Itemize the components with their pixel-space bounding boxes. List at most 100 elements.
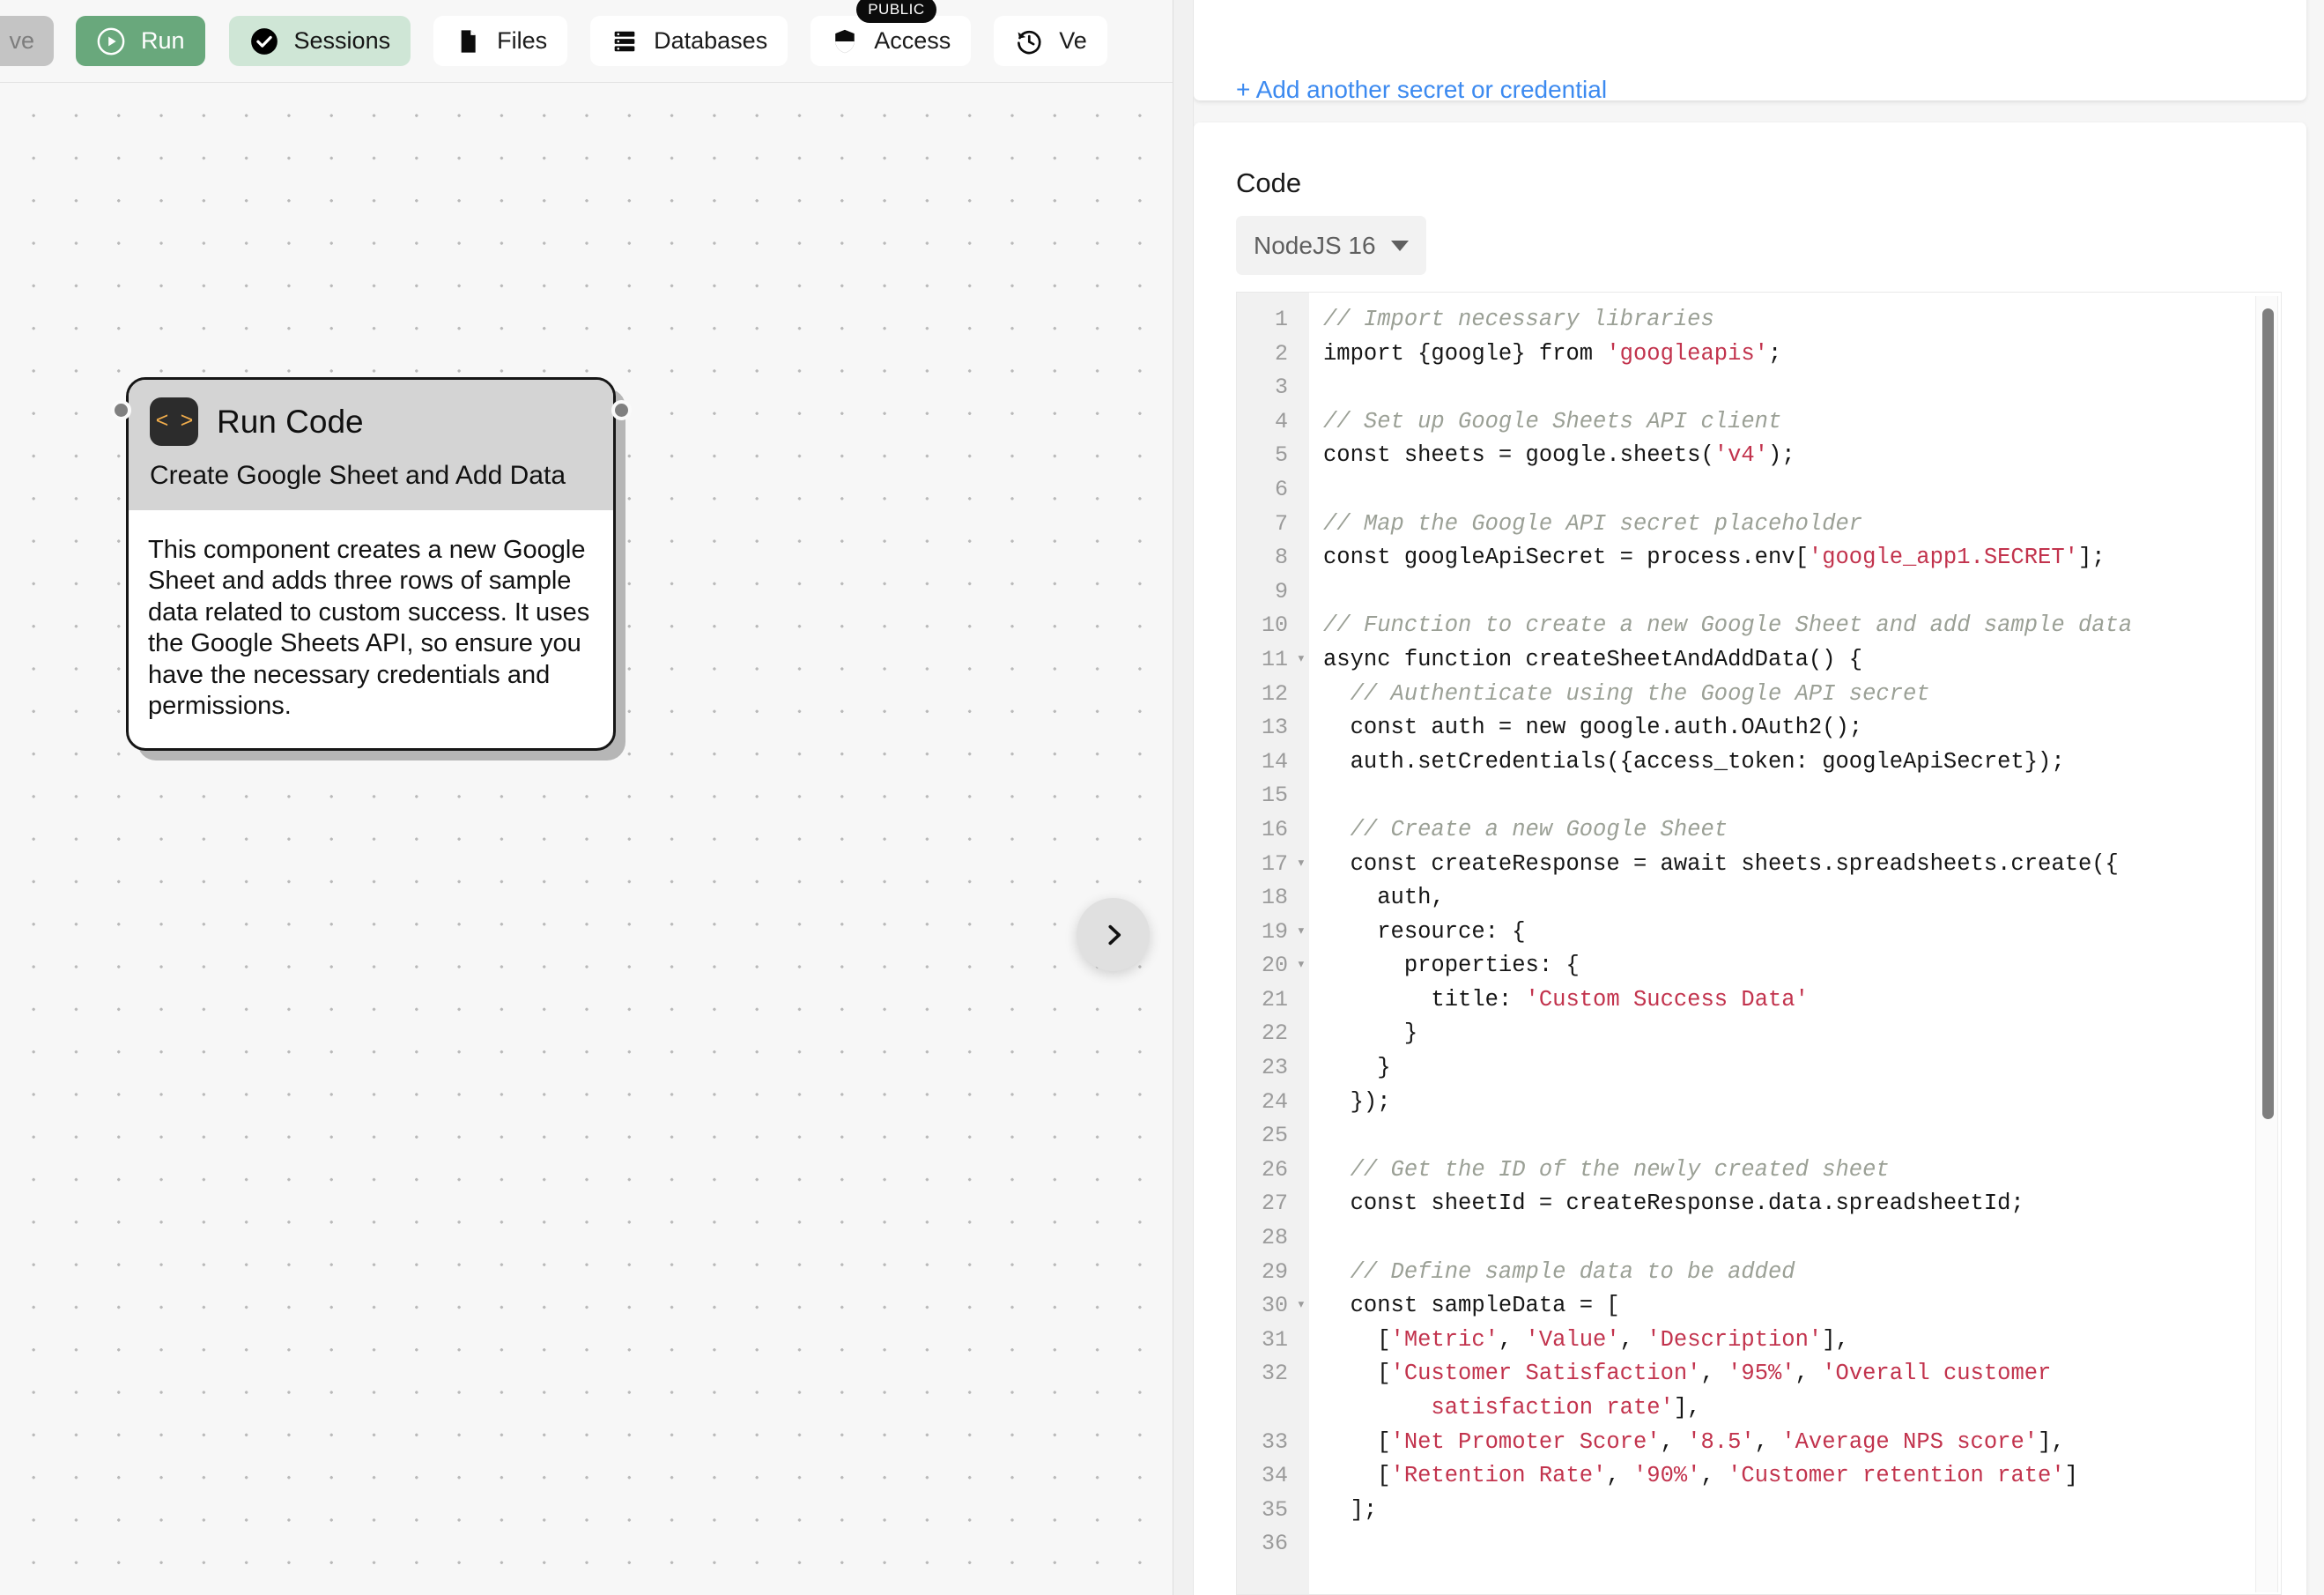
- code-line: 26 // Get the ID of the newly created sh…: [1237, 1153, 2281, 1188]
- versions-tab[interactable]: Ve: [994, 16, 1107, 66]
- code-token: const sheets = google.sheets(: [1323, 442, 1714, 469]
- runtime-select[interactable]: NodeJS 16: [1236, 216, 1426, 275]
- sessions-tab[interactable]: Sessions: [228, 16, 411, 66]
- code-string: 'Metric': [1390, 1326, 1499, 1353]
- line-number: 12: [1237, 677, 1309, 712]
- code-line-content: [1309, 1119, 1336, 1154]
- code-string: 'Net Promoter Score': [1390, 1428, 1661, 1455]
- code-line: 36: [1237, 1527, 2281, 1562]
- line-number: 10: [1237, 609, 1309, 643]
- code-comment: // Map the Google API secret placeholder: [1323, 510, 1863, 537]
- line-number-foldable[interactable]: 17: [1237, 847, 1309, 882]
- code-line: 2 import {google} from 'googleapis';: [1237, 337, 2281, 372]
- file-icon: [454, 27, 482, 56]
- code-string: 'Retention Rate': [1390, 1463, 1607, 1489]
- code-line: 11 async function createSheetAndAddData()…: [1237, 642, 2281, 678]
- line-number: 18: [1237, 881, 1309, 916]
- access-tab[interactable]: Access PUBLIC: [810, 0, 972, 66]
- code-line: 29 // Define sample data to be added: [1237, 1255, 2281, 1290]
- editor-scrollbar-thumb[interactable]: [2262, 308, 2274, 1119]
- code-line: 8 const googleApiSecret = process.env['go…: [1237, 541, 2281, 575]
- databases-tab[interactable]: Databases: [590, 16, 788, 66]
- databases-tab-label: Databases: [654, 27, 768, 54]
- code-string: '95%': [1728, 1361, 1795, 1387]
- code-line: 31 ['Metric', 'Value', 'Description'],: [1237, 1323, 2281, 1358]
- run-code-node[interactable]: < > Run Code Create Google Sheet and Add…: [126, 377, 616, 752]
- run-button[interactable]: Run: [76, 16, 205, 66]
- code-line: 13 const auth = new google.auth.OAuth2()…: [1237, 711, 2281, 746]
- run-button-label: Run: [141, 27, 185, 54]
- code-line-content: }: [1309, 1051, 1390, 1086]
- code-line: 4 // Set up Google Sheets API client: [1237, 404, 2281, 440]
- code-line-content: [1309, 779, 1336, 813]
- code-token: ],: [1822, 1326, 1849, 1353]
- line-number: 23: [1237, 1051, 1309, 1086]
- code-line-content: // Set up Google Sheets API client: [1309, 405, 1781, 440]
- line-number: 3: [1237, 371, 1309, 405]
- line-number: 32: [1237, 1357, 1309, 1391]
- code-comment: // Authenticate using the Google API sec…: [1323, 680, 1930, 707]
- code-line: 20 properties: {: [1237, 949, 2281, 983]
- shield-icon: [831, 27, 859, 56]
- code-token: const sampleData = [: [1323, 1293, 1620, 1319]
- code-line-content: ['Retention Rate', '90%', 'Customer rete…: [1309, 1459, 2078, 1494]
- line-number-foldable[interactable]: 11: [1237, 642, 1309, 678]
- code-line-content: ['Customer Satisfaction', '95%', 'Overal…: [1309, 1357, 2051, 1425]
- code-line: 5 const sheets = google.sheets('v4');: [1237, 439, 2281, 473]
- code-line-content: auth,: [1309, 881, 1445, 916]
- code-line: 34 ['Retention Rate', '90%', 'Customer r…: [1237, 1459, 2281, 1494]
- code-line-content: // Authenticate using the Google API sec…: [1309, 678, 1930, 712]
- code-line: 9: [1237, 575, 2281, 610]
- code-line-content: [1309, 575, 1336, 610]
- save-button-label: ve: [9, 27, 34, 54]
- code-line-content: const googleApiSecret = process.env['goo…: [1309, 541, 2106, 575]
- add-secret-link[interactable]: + Add another secret or credential: [1236, 76, 1607, 104]
- editor-lines: 1// Import necessary libraries 2 import {g…: [1237, 303, 2281, 1562]
- node-canvas[interactable]: < > Run Code Create Google Sheet and Add…: [0, 83, 1173, 1595]
- code-editor[interactable]: 1// Import necessary libraries 2 import {g…: [1236, 292, 2282, 1595]
- code-token: const googleApiSecret = process.env[: [1323, 545, 1809, 571]
- line-number-foldable[interactable]: 19: [1237, 915, 1309, 950]
- check-circle-icon: [249, 26, 279, 56]
- output-port[interactable]: [611, 400, 632, 420]
- code-line-content: async function createSheetAndAddData() {: [1309, 643, 1862, 678]
- sessions-tab-label: Sessions: [293, 27, 391, 54]
- code-token: ,: [1606, 1463, 1633, 1489]
- code-token: const sheetId = createResponse.data.spre…: [1323, 1191, 2024, 1217]
- code-token: [: [1323, 1361, 1391, 1387]
- access-tab-label: Access: [874, 27, 951, 54]
- node-subtitle: Create Google Sheet and Add Data: [150, 461, 566, 490]
- code-line-content: [1309, 1221, 1336, 1256]
- code-line-content: const sampleData = [: [1309, 1289, 1620, 1324]
- code-comment: // Set up Google Sheets API client: [1323, 408, 1782, 434]
- code-string: '90%': [1632, 1463, 1701, 1489]
- code-line: 14 auth.setCredentials({access_token: go…: [1237, 745, 2281, 780]
- code-brackets-icon: < >: [150, 397, 198, 446]
- line-number-foldable[interactable]: 20: [1237, 949, 1309, 983]
- code-line: 22 }: [1237, 1017, 2281, 1052]
- line-number-foldable[interactable]: 30: [1237, 1289, 1309, 1324]
- code-line-content: [1309, 371, 1336, 405]
- editor-scrollbar[interactable]: [2255, 296, 2278, 1592]
- line-number: 5: [1237, 439, 1309, 473]
- code-line: 24 });: [1237, 1085, 2281, 1120]
- code-line: 30 const sampleData = [: [1237, 1289, 2281, 1324]
- code-line: 21 title: 'Custom Success Data': [1237, 983, 2281, 1018]
- code-line-content: const createResponse = await sheets.spre…: [1309, 848, 2119, 882]
- canvas-next-button[interactable]: [1077, 898, 1150, 971]
- code-token: });: [1323, 1088, 1391, 1115]
- code-line: 3: [1237, 371, 2281, 405]
- files-tab[interactable]: Files: [433, 16, 568, 66]
- code-comment: // Define sample data to be added: [1323, 1258, 1795, 1285]
- code-line-content: // Map the Google API secret placeholder: [1309, 508, 1862, 542]
- save-button[interactable]: ve: [0, 16, 54, 66]
- line-number: 14: [1237, 745, 1309, 780]
- code-line-content: ];: [1309, 1494, 1378, 1528]
- code-token: ],: [1673, 1395, 1701, 1421]
- line-number: 29: [1237, 1255, 1309, 1290]
- input-port[interactable]: [111, 400, 131, 420]
- line-number: 4: [1237, 404, 1309, 440]
- chevron-right-icon: [1100, 922, 1127, 948]
- code-line-content: title: 'Custom Success Data': [1309, 983, 1809, 1018]
- pane-divider[interactable]: [1173, 0, 1194, 1595]
